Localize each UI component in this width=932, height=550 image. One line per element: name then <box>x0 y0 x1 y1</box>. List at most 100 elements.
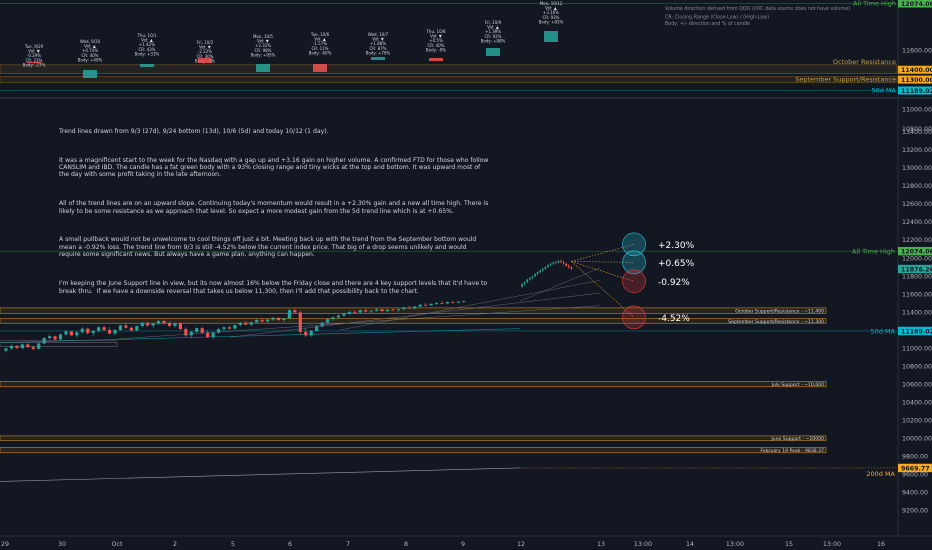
feb19-peak-zone-label: February 19 Peak - 9838.37 <box>760 448 824 454</box>
candle-body-91 <box>536 272 539 275</box>
annotation-paragraph-5: I'm keeping the June Support line in vie… <box>59 280 490 295</box>
candle-body-94 <box>544 266 547 269</box>
price-tick-label-4: 10000.00 <box>902 436 932 443</box>
candle-body-37 <box>206 332 210 338</box>
candle-body-71 <box>391 309 395 311</box>
top-support-zone-1 <box>0 76 898 83</box>
candle-body-89 <box>531 276 534 278</box>
candle-body-62 <box>342 313 346 316</box>
candle-body-103 <box>568 265 570 268</box>
time-label-4: 5 <box>231 541 235 548</box>
target-label-0: +2.30% <box>658 241 695 251</box>
daily-summary-candle-4 <box>256 64 270 72</box>
candle-body-24 <box>135 325 139 331</box>
candle-body-68 <box>375 309 379 311</box>
candle-7 <box>42 337 46 345</box>
daily-summary-7-line-4: Body: -9% <box>426 47 446 52</box>
candle-21 <box>118 324 123 331</box>
price-tick-label-17: 12600.00 <box>902 201 932 208</box>
candle-body-23 <box>129 327 133 331</box>
candle-body-9 <box>53 336 57 340</box>
analysis-annotation: Trend lines drawn from 9/3 (27d), 9/24 b… <box>59 113 489 309</box>
candle-body-42 <box>233 325 237 329</box>
time-label-11: 13:00 <box>634 541 652 548</box>
candle-body-50 <box>276 317 281 321</box>
daily-summary-2-line-4: Body: +33% <box>135 51 160 56</box>
time-label-10: 13 <box>597 541 605 548</box>
candle-57 <box>315 325 319 332</box>
candle-body-41 <box>227 327 232 329</box>
september-support-zone-label: September Support/Resistance - ~11,300 <box>728 319 824 325</box>
daily-summary-candle-9 <box>544 31 558 42</box>
candle-body-59 <box>325 319 330 323</box>
daily-summary-candle-7 <box>429 58 443 61</box>
time-label-6: 7 <box>346 541 350 548</box>
daily-summary-candle-6 <box>371 57 385 60</box>
top-axis-tick-label-3: 11000.00 <box>902 107 932 114</box>
daily-summary-6-line-4: Body: +76% <box>366 50 391 55</box>
legend-line-2: Body: +/- direction and % of candle <box>665 21 750 27</box>
candle-body-16 <box>91 330 95 334</box>
daily-summary-candle-0 <box>27 62 41 64</box>
june-support-zone-label: June Support - ~10000 <box>770 436 824 442</box>
time-label-13: 13:00 <box>726 541 744 548</box>
daily-summary-candle-8 <box>486 48 500 56</box>
time-label-15: 13:00 <box>823 541 841 548</box>
time-label-7: 8 <box>404 541 408 548</box>
candle-body-17 <box>97 327 101 331</box>
price-tick-label-0: 9200.00 <box>902 508 928 515</box>
september-support-zone <box>0 318 827 324</box>
time-label-1: 30 <box>58 541 66 548</box>
daily-summary-candle-1 <box>83 70 97 78</box>
top-level-label-0: All Time High <box>853 0 896 7</box>
candle-body-64 <box>353 311 357 313</box>
candle-10 <box>58 333 63 340</box>
candle-body-36 <box>200 328 204 333</box>
candle-body-100 <box>560 261 562 263</box>
price-tick-label-19: 13000.00 <box>902 165 932 172</box>
candle-body-85 <box>521 283 523 287</box>
price-tick-label-11: 11400.00 <box>902 309 932 316</box>
candle-body-96 <box>549 263 552 266</box>
candle-body-69 <box>380 309 384 312</box>
price-tick-label-2: 9600.00 <box>902 472 928 479</box>
feb19-peak-zone <box>0 447 827 454</box>
top-price-badge-label-2: 11300.00 <box>901 77 932 84</box>
price-badge-label-3: 9669.77 <box>901 465 930 472</box>
candle-body-40 <box>222 327 226 330</box>
candle-body-63 <box>347 311 351 314</box>
legend-line-1: CR: Closing Range (Close-Low) / (High-Lo… <box>665 15 769 21</box>
price-tick-label-16: 12400.00 <box>902 219 932 226</box>
candle-body-44 <box>244 322 248 325</box>
candle-body-101 <box>562 262 565 264</box>
candle-body-25 <box>140 322 144 326</box>
candle-body-60 <box>331 317 335 320</box>
candle-body-4 <box>26 344 30 348</box>
time-label-8: 9 <box>461 541 465 548</box>
candle-body-72 <box>396 309 400 311</box>
daily-summary-5-line-4: Body: -60% <box>309 50 332 55</box>
candle-body-28 <box>157 320 161 324</box>
candle-body-95 <box>547 265 549 267</box>
target-circle-2 <box>622 269 646 294</box>
candle-body-45 <box>249 322 253 325</box>
time-label-14: 15 <box>785 541 793 548</box>
candle-body-32 <box>178 323 182 330</box>
candle-body-92 <box>539 270 541 273</box>
daily-summary-candle-2 <box>140 64 154 67</box>
candle-body-27 <box>151 323 155 326</box>
candle-body-53 <box>293 310 297 313</box>
candle-body-35 <box>195 328 199 332</box>
ma200-label: 200d MA <box>866 470 895 478</box>
candle-body-46 <box>255 320 259 323</box>
candle-body-22 <box>124 325 128 328</box>
price-tick-label-9: 11000.00 <box>902 345 932 352</box>
candle-body-20 <box>113 329 117 334</box>
candle-body-0 <box>4 348 8 351</box>
annotation-paragraph-4: A small pullback would not be unwelcome … <box>59 236 479 259</box>
candle-body-3 <box>20 344 24 349</box>
time-label-5: 6 <box>288 541 292 548</box>
top-level-label-2: September Support/Resistance <box>795 76 896 84</box>
daily-summary-8-line-4: Body: +88% <box>481 38 506 43</box>
candle-body-5 <box>31 347 35 349</box>
